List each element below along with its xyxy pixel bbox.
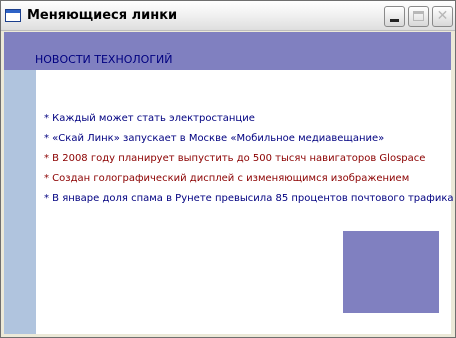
maximize-icon: [413, 11, 424, 21]
window-app-icon[interactable]: [5, 9, 21, 22]
close-icon: ✕: [436, 8, 449, 24]
content-area: НОВОСТИ ТЕХНОЛОГИЙ * Каждый может стать …: [4, 32, 454, 334]
close-button[interactable]: ✕: [432, 6, 453, 27]
news-link[interactable]: * Каждый может стать электростанцие: [44, 113, 255, 124]
news-link[interactable]: * В январе доля спама в Рунете превысила…: [44, 193, 454, 204]
title-bar[interactable]: Меняющиеся линки ✕: [1, 1, 455, 31]
window-title: Меняющиеся линки: [27, 8, 178, 23]
news-link[interactable]: * Создан голографический дисплей с измен…: [44, 173, 409, 184]
news-link[interactable]: * В 2008 году планирует выпустить до 500…: [44, 153, 425, 164]
section-title: НОВОСТИ ТЕХНОЛОГИЙ: [35, 53, 173, 66]
news-link-item[interactable]: * Каждый может стать электростанцие: [44, 113, 454, 133]
left-sidebar-band: [4, 70, 36, 334]
app-window: Меняющиеся линки ✕ НОВОСТИ ТЕХНОЛОГИЙ * …: [0, 0, 456, 338]
maximize-button[interactable]: [408, 6, 429, 27]
news-link-item[interactable]: * «Скай Линк» запускает в Москве «Мобиль…: [44, 133, 454, 153]
news-link-item[interactable]: * В январе доля спама в Рунете превысила…: [44, 193, 454, 213]
news-link-item[interactable]: * В 2008 году планирует выпустить до 500…: [44, 153, 454, 173]
minimize-icon: [390, 19, 399, 22]
minimize-button[interactable]: [384, 6, 405, 27]
news-link-item[interactable]: * Создан голографический дисплей с измен…: [44, 173, 454, 193]
decorative-box: [343, 231, 439, 313]
news-list: * Каждый может стать электростанцие * «С…: [44, 113, 454, 213]
news-link[interactable]: * «Скай Линк» запускает в Москве «Мобиль…: [44, 133, 384, 144]
